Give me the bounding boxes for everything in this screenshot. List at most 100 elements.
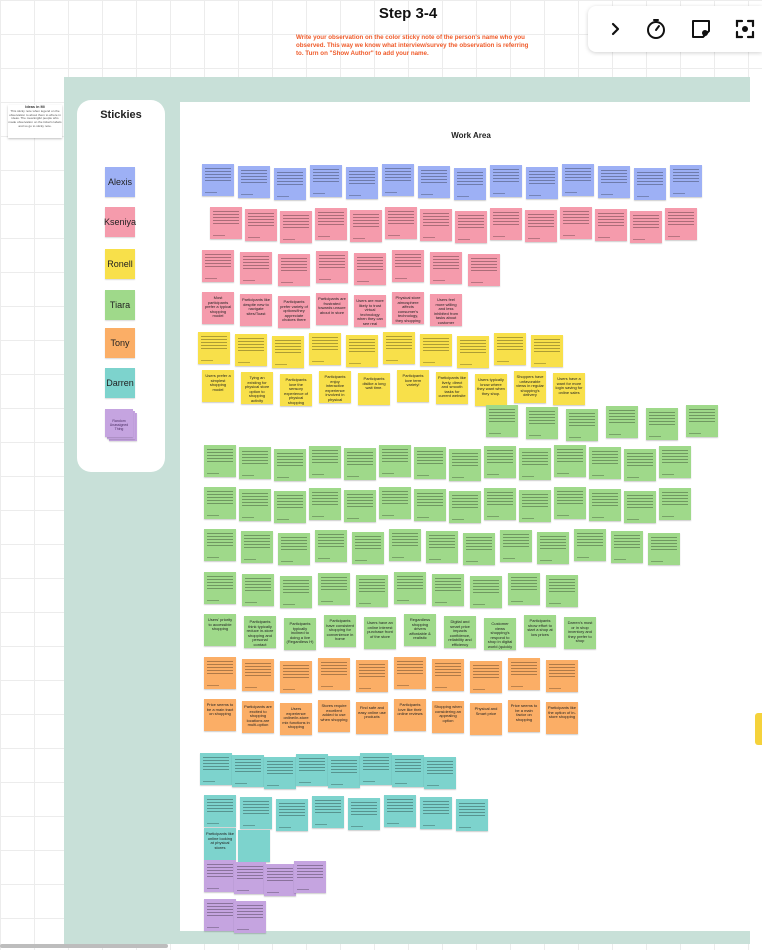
sticky-note[interactable] <box>449 491 481 523</box>
sticky-note[interactable] <box>686 405 718 437</box>
sticky-note[interactable] <box>546 575 578 607</box>
sticky-note[interactable] <box>449 449 481 481</box>
sticky-note[interactable] <box>519 490 551 522</box>
sticky-note[interactable] <box>470 661 502 693</box>
sticky-note[interactable] <box>200 753 232 785</box>
sticky-note[interactable]: Participants dislike a long wait time. <box>358 373 390 405</box>
sticky-note[interactable] <box>204 445 236 477</box>
sticky-note[interactable] <box>204 899 236 931</box>
expand-chevron-button[interactable] <box>603 17 627 41</box>
sticky-note[interactable]: Users experience online/in-store mix fun… <box>280 703 312 735</box>
sticky-note[interactable] <box>420 334 452 366</box>
sticky-note[interactable] <box>309 446 341 478</box>
sticky-note[interactable] <box>204 529 236 561</box>
sticky-note[interactable]: Users' priority to accessible shopping <box>204 614 236 646</box>
sticky-note[interactable] <box>360 753 392 785</box>
side-legend-note[interactable]: Ideas in Mi This sticky note when legend… <box>8 105 62 138</box>
sticky-note[interactable]: Participants like despite new to navigat… <box>240 294 272 326</box>
sticky-note[interactable]: Participants prefer variety of options/t… <box>278 296 310 328</box>
sticky-note[interactable] <box>392 755 424 787</box>
sticky-note[interactable]: Customer views shopping's respond to sho… <box>484 618 516 650</box>
sticky-note[interactable] <box>659 446 691 478</box>
sticky-note[interactable]: Physical store atmosphere affects consum… <box>392 292 424 324</box>
sticky-note[interactable] <box>348 798 380 830</box>
sticky-note[interactable] <box>310 165 342 197</box>
sticky-note[interactable] <box>344 490 376 522</box>
sticky-note[interactable] <box>554 487 586 519</box>
sticky-note[interactable] <box>318 658 350 690</box>
horizontal-scrollbar[interactable] <box>0 944 168 948</box>
sticky-note[interactable] <box>606 406 638 438</box>
sticky-note[interactable] <box>312 796 344 828</box>
sticky-note[interactable] <box>234 862 266 894</box>
sticky-note[interactable] <box>486 405 518 437</box>
sticky-note[interactable] <box>414 447 446 479</box>
sticky-note[interactable] <box>235 334 267 366</box>
sticky-note[interactable] <box>274 449 306 481</box>
sticky-note[interactable] <box>202 250 234 282</box>
sticky-note[interactable] <box>426 531 458 563</box>
sticky-note[interactable] <box>234 901 266 933</box>
sticky-note[interactable] <box>242 659 274 691</box>
sticky-note[interactable] <box>414 489 446 521</box>
sticky-note[interactable] <box>456 799 488 831</box>
sticky-note[interactable] <box>296 754 328 786</box>
sticky-note[interactable] <box>382 164 414 196</box>
focus-button[interactable] <box>733 17 757 41</box>
sticky-note[interactable]: Users typically know where they want whe… <box>475 374 507 406</box>
sticky-note[interactable] <box>264 864 296 896</box>
sticky-note[interactable]: Participants are frustrated towards unsu… <box>316 293 348 325</box>
sticky-note[interactable] <box>316 251 348 283</box>
sticky-note[interactable] <box>566 409 598 441</box>
sticky-note[interactable] <box>240 797 272 829</box>
sticky-note[interactable] <box>344 448 376 480</box>
sticky-note[interactable] <box>455 211 487 243</box>
sticky-note[interactable] <box>454 168 486 200</box>
sticky-note[interactable] <box>490 208 522 240</box>
sticky-note[interactable] <box>204 572 236 604</box>
sticky-note[interactable]: Stores require excellent added to use wh… <box>318 700 350 732</box>
sticky-note[interactable]: Participants enjoy interactive experienc… <box>319 371 351 403</box>
sticky-note[interactable] <box>420 797 452 829</box>
sticky-note[interactable] <box>531 335 563 367</box>
sticky-note[interactable] <box>352 532 384 564</box>
sticky-note[interactable] <box>239 489 271 521</box>
sticky-note[interactable] <box>432 574 464 606</box>
sticky-note[interactable] <box>385 207 417 239</box>
sticky-note[interactable]: Participants like lively, direct and smo… <box>436 372 468 404</box>
sticky-note[interactable]: Shoppers have unfavorable views in regul… <box>514 371 546 403</box>
sticky-note[interactable] <box>242 574 274 606</box>
sticky-note[interactable] <box>484 488 516 520</box>
sticky-note[interactable] <box>659 488 691 520</box>
sticky-note[interactable]: Users are more likely to trust virtual t… <box>354 295 386 327</box>
sticky-note[interactable] <box>463 533 495 565</box>
sticky-note[interactable]: Participants love term variety! <box>397 370 429 402</box>
sticky-note[interactable]: Participants typically inclined to doing… <box>284 618 316 650</box>
sticky-note[interactable] <box>546 660 578 692</box>
sticky-note[interactable] <box>508 573 540 605</box>
sticky-note[interactable] <box>278 533 310 565</box>
sticky-note[interactable] <box>276 799 308 831</box>
sticky-note[interactable] <box>294 861 326 893</box>
sticky-note[interactable] <box>280 576 312 608</box>
sticky-note[interactable] <box>562 164 594 196</box>
sticky-note[interactable] <box>232 755 264 787</box>
sticky-note[interactable] <box>526 407 558 439</box>
sticky-note[interactable] <box>238 830 270 862</box>
sticky-note[interactable] <box>346 167 378 199</box>
sticky-note[interactable]: Most participants prefer a typical shopp… <box>202 292 234 324</box>
sticky-note[interactable] <box>484 446 516 478</box>
sticky-note[interactable] <box>394 572 426 604</box>
sticky-note[interactable] <box>589 447 621 479</box>
sticky-note[interactable] <box>238 166 270 198</box>
sticky-note[interactable]: Users have a want for more login saving … <box>553 373 585 405</box>
sticky-note[interactable]: Price seems to be a main tract on shoppi… <box>204 699 236 731</box>
sticky-note[interactable] <box>624 449 656 481</box>
sticky-note[interactable] <box>418 166 450 198</box>
sticky-note[interactable] <box>309 333 341 365</box>
sticky-note[interactable] <box>670 165 702 197</box>
sticky-note[interactable] <box>315 530 347 562</box>
edge-sticky-tab[interactable] <box>755 713 762 745</box>
sticky-note[interactable] <box>430 252 462 284</box>
sticky-note[interactable] <box>245 209 277 241</box>
